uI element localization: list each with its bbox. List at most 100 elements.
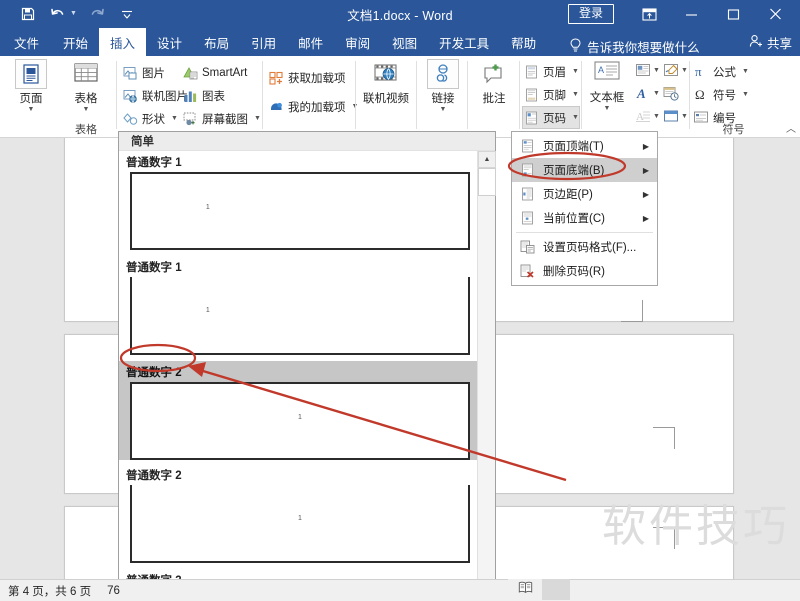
gallery-item-1[interactable]: 普通数字 1 1 — [119, 256, 478, 355]
tab-developer[interactable]: 开发工具 — [428, 28, 500, 56]
minimize-button[interactable] — [670, 0, 712, 28]
signature-dropdown-icon[interactable]: ▼ — [681, 67, 688, 74]
date-time-icon[interactable] — [662, 84, 680, 102]
page-number-menu[interactable]: 页面顶端(T) ▶ 页面底端(B) ▶ 页边距(P) ▶ 当前位置(C) ▶ 设… — [511, 131, 658, 286]
text-box-label: 文本框 — [589, 92, 625, 104]
tab-review[interactable]: 审阅 — [334, 28, 381, 56]
gallery-item-0[interactable]: 普通数字 1 1 — [119, 151, 478, 250]
quick-parts-icon[interactable] — [634, 61, 652, 79]
symbol-button[interactable]: Ω 符号 ▼ — [693, 84, 749, 105]
header-dropdown-icon[interactable]: ▼ — [572, 68, 579, 75]
tab-design[interactable]: 设计 — [146, 28, 193, 56]
print-layout-view-button[interactable] — [542, 579, 570, 600]
shapes-button[interactable]: 形状 ▼ — [122, 108, 178, 129]
get-addins-icon — [268, 70, 284, 86]
menu-item-page-margins[interactable]: 页边距(P) ▶ — [512, 182, 657, 206]
word-window: ▼ 文档1.docx - Word 登录 文件 开始 插入 设计 布局 引用 邮… — [0, 0, 800, 601]
table-dropdown-icon[interactable]: ▼ — [83, 106, 90, 113]
screenshot-label: 屏幕截图 — [202, 113, 248, 126]
table-group-label: 表格 — [75, 124, 97, 136]
submenu-arrow-icon: ▶ — [642, 189, 649, 199]
equation-button[interactable]: π 公式 ▼ — [693, 61, 749, 82]
chart-label: 图表 — [202, 90, 225, 103]
gallery-scroll-thumb[interactable] — [478, 168, 496, 196]
header-button[interactable]: 页眉 ▼ — [523, 61, 579, 82]
page-number-button[interactable]: 页码 ▼ — [522, 106, 580, 129]
ribbon-display-options-icon[interactable] — [628, 0, 670, 28]
wordart-icon[interactable]: A — [634, 84, 652, 102]
smartart-button[interactable]: SmartArt — [182, 62, 247, 83]
pages-button[interactable]: 页面 ▼ — [7, 59, 55, 113]
screenshot-dropdown-icon[interactable]: ▼ — [254, 115, 261, 122]
gallery-item-2[interactable]: 普通数字 2 1 — [119, 361, 478, 460]
table-button[interactable]: 表格 ▼ — [62, 59, 110, 113]
collapse-ribbon-icon[interactable]: ︿ — [786, 120, 796, 135]
tab-mailings[interactable]: 邮件 — [287, 28, 334, 56]
share-label: 共享 — [766, 37, 792, 51]
screenshot-button[interactable]: 屏幕截图 ▼ — [182, 108, 261, 129]
link-icon — [427, 59, 459, 89]
tab-file[interactable]: 文件 — [0, 28, 52, 56]
footer-button[interactable]: 页脚 ▼ — [523, 84, 579, 105]
gallery-scrollbar[interactable]: ▲ — [477, 151, 496, 591]
comment-button[interactable]: 批注 — [470, 59, 518, 106]
menu-item-page-bottom[interactable]: 页面底端(B) ▶ — [512, 158, 657, 182]
page-number-dropdown-icon[interactable]: ▼ — [572, 114, 579, 121]
shapes-dropdown-icon[interactable]: ▼ — [171, 115, 178, 122]
menu-item-remove-page-numbers[interactable]: 删除页码(R) — [512, 259, 657, 283]
word-count[interactable]: 76 — [107, 585, 120, 597]
tab-help[interactable]: 帮助 — [500, 28, 547, 56]
page-margin-icon — [517, 185, 537, 203]
gallery-items: 普通数字 1 1 普通数字 1 1 普通数字 2 1 普通数字 2 1 — [119, 151, 478, 591]
equation-dropdown-icon[interactable]: ▼ — [742, 68, 749, 75]
footer-dropdown-icon[interactable]: ▼ — [572, 91, 579, 98]
read-mode-view-button[interactable] — [508, 579, 542, 600]
chart-button[interactable]: 图表 — [182, 85, 225, 106]
close-button[interactable] — [754, 0, 796, 28]
menu-item-page-top[interactable]: 页面顶端(T) ▶ — [512, 134, 657, 158]
ribbon-separator-5 — [467, 61, 468, 129]
footer-icon — [523, 87, 539, 103]
ribbon: 页面 ▼ 表格 ▼ 表格 图片 联机图片 形状 ▼ SmartArt 图表 屏幕… — [0, 56, 800, 138]
share-button[interactable]: 共享 — [749, 33, 792, 52]
signature-line-icon[interactable] — [662, 61, 680, 79]
online-picture-button[interactable]: 联机图片 — [122, 85, 188, 106]
tell-me-box[interactable]: 告诉我你想要做什么 — [569, 37, 700, 56]
gallery-item-3-number: 1 — [298, 515, 302, 522]
get-addins-button[interactable]: 获取加载项 — [268, 67, 346, 88]
drop-cap-icon[interactable]: A — [634, 107, 652, 125]
submenu-arrow-icon: ▶ — [642, 141, 649, 151]
gallery-scroll-up-icon[interactable]: ▲ — [478, 151, 496, 168]
link-button[interactable]: 链接 ▼ — [419, 59, 467, 113]
pages-dropdown-icon[interactable]: ▼ — [28, 106, 35, 113]
symbol-dropdown-icon[interactable]: ▼ — [742, 91, 749, 98]
menu-item-page-margins-label: 页边距(P) — [543, 189, 593, 201]
sign-in-button[interactable]: 登录 — [567, 3, 614, 25]
text-box-button[interactable]: A 文本框 ▼ — [583, 58, 631, 112]
tab-home[interactable]: 开始 — [52, 28, 99, 56]
object-icon[interactable] — [662, 107, 680, 125]
gallery-item-3[interactable]: 普通数字 2 1 — [119, 464, 478, 563]
tab-layout[interactable]: 布局 — [193, 28, 240, 56]
maximize-button[interactable] — [712, 0, 754, 28]
remove-page-number-icon — [517, 262, 537, 280]
object-dropdown-icon[interactable]: ▼ — [681, 113, 688, 120]
quick-parts-dropdown-icon[interactable]: ▼ — [653, 67, 660, 74]
my-addins-button[interactable]: 我的加载项 ▼ — [268, 96, 358, 117]
ribbon-group-addins: 获取加载项 我的加载项 ▼ — [266, 56, 358, 138]
page-number-gallery[interactable]: 简单 普通数字 1 1 普通数字 1 1 普通数字 2 1 普通数字 2 1 ▲ — [118, 131, 496, 592]
tab-view[interactable]: 视图 — [381, 28, 428, 56]
text-box-dropdown-icon[interactable]: ▼ — [604, 105, 611, 112]
tab-references[interactable]: 引用 — [240, 28, 287, 56]
tab-insert[interactable]: 插入 — [99, 28, 147, 56]
lightbulb-icon — [569, 37, 582, 56]
drop-cap-dropdown-icon[interactable]: ▼ — [653, 113, 660, 120]
menu-item-format-page-numbers[interactable]: 设置页码格式(F)... — [512, 235, 657, 259]
wordart-dropdown-icon[interactable]: ▼ — [653, 90, 660, 97]
link-dropdown-icon[interactable]: ▼ — [440, 106, 447, 113]
online-video-button[interactable]: 联机视频 — [362, 59, 410, 106]
menu-item-current-position[interactable]: 当前位置(C) ▶ — [512, 206, 657, 230]
page-number-icon — [523, 110, 539, 126]
picture-button[interactable]: 图片 — [122, 62, 165, 83]
page-indicator[interactable]: 第 4 页，共 6 页 — [8, 583, 91, 599]
